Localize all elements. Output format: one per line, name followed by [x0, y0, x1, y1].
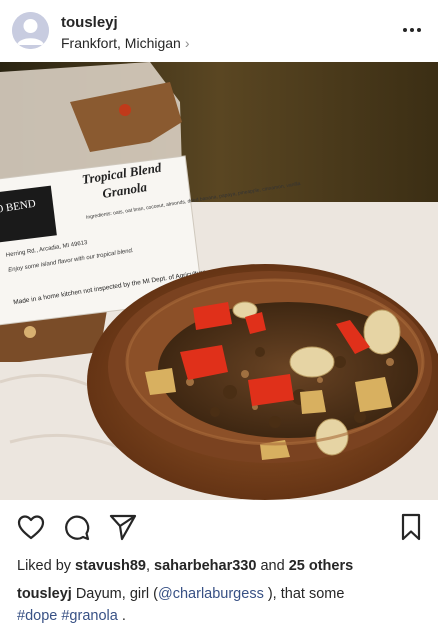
post-username[interactable]: tousleyj — [61, 14, 118, 31]
more-options-icon[interactable] — [400, 20, 424, 40]
action-bar — [0, 512, 438, 544]
caption-text: Dayum, girl ( — [75, 586, 159, 602]
caption-hashtag[interactable]: #dope — [17, 608, 57, 624]
likes-prefix: Liked by — [17, 558, 72, 574]
comment-icon[interactable] — [62, 512, 92, 542]
post-caption: tousleyj Dayum, girl (@charlaburgess ), … — [17, 583, 427, 627]
caption-username[interactable]: tousleyj — [17, 586, 72, 602]
caption-mention[interactable]: @charlaburgess — [158, 586, 264, 602]
heart-icon[interactable] — [16, 512, 46, 542]
post-photo[interactable]: MO BEND Tropical Blend Granola Ingredien… — [0, 62, 438, 500]
location-label: Frankfort, Michigan — [61, 35, 181, 51]
likes-others-link[interactable]: 25 others — [289, 558, 353, 574]
post-header: tousleyj Frankfort, Michigan › — [0, 0, 438, 62]
likes-and: and — [260, 558, 285, 574]
liker-username[interactable]: saharbehar330 — [154, 558, 256, 574]
likes-separator: , — [145, 558, 151, 574]
caption-hashtag[interactable]: #granola — [61, 608, 117, 624]
chevron-right-icon: › — [184, 35, 190, 51]
send-icon[interactable] — [108, 512, 138, 542]
caption-end: . — [117, 608, 126, 624]
avatar[interactable] — [12, 12, 49, 49]
post-location[interactable]: Frankfort, Michigan › — [61, 35, 190, 51]
bookmark-icon[interactable] — [396, 512, 426, 542]
caption-text: ), that some — [263, 586, 345, 602]
likes-summary: Liked by stavush89, saharbehar330 and 25… — [17, 558, 353, 574]
liker-username[interactable]: stavush89 — [75, 558, 146, 574]
